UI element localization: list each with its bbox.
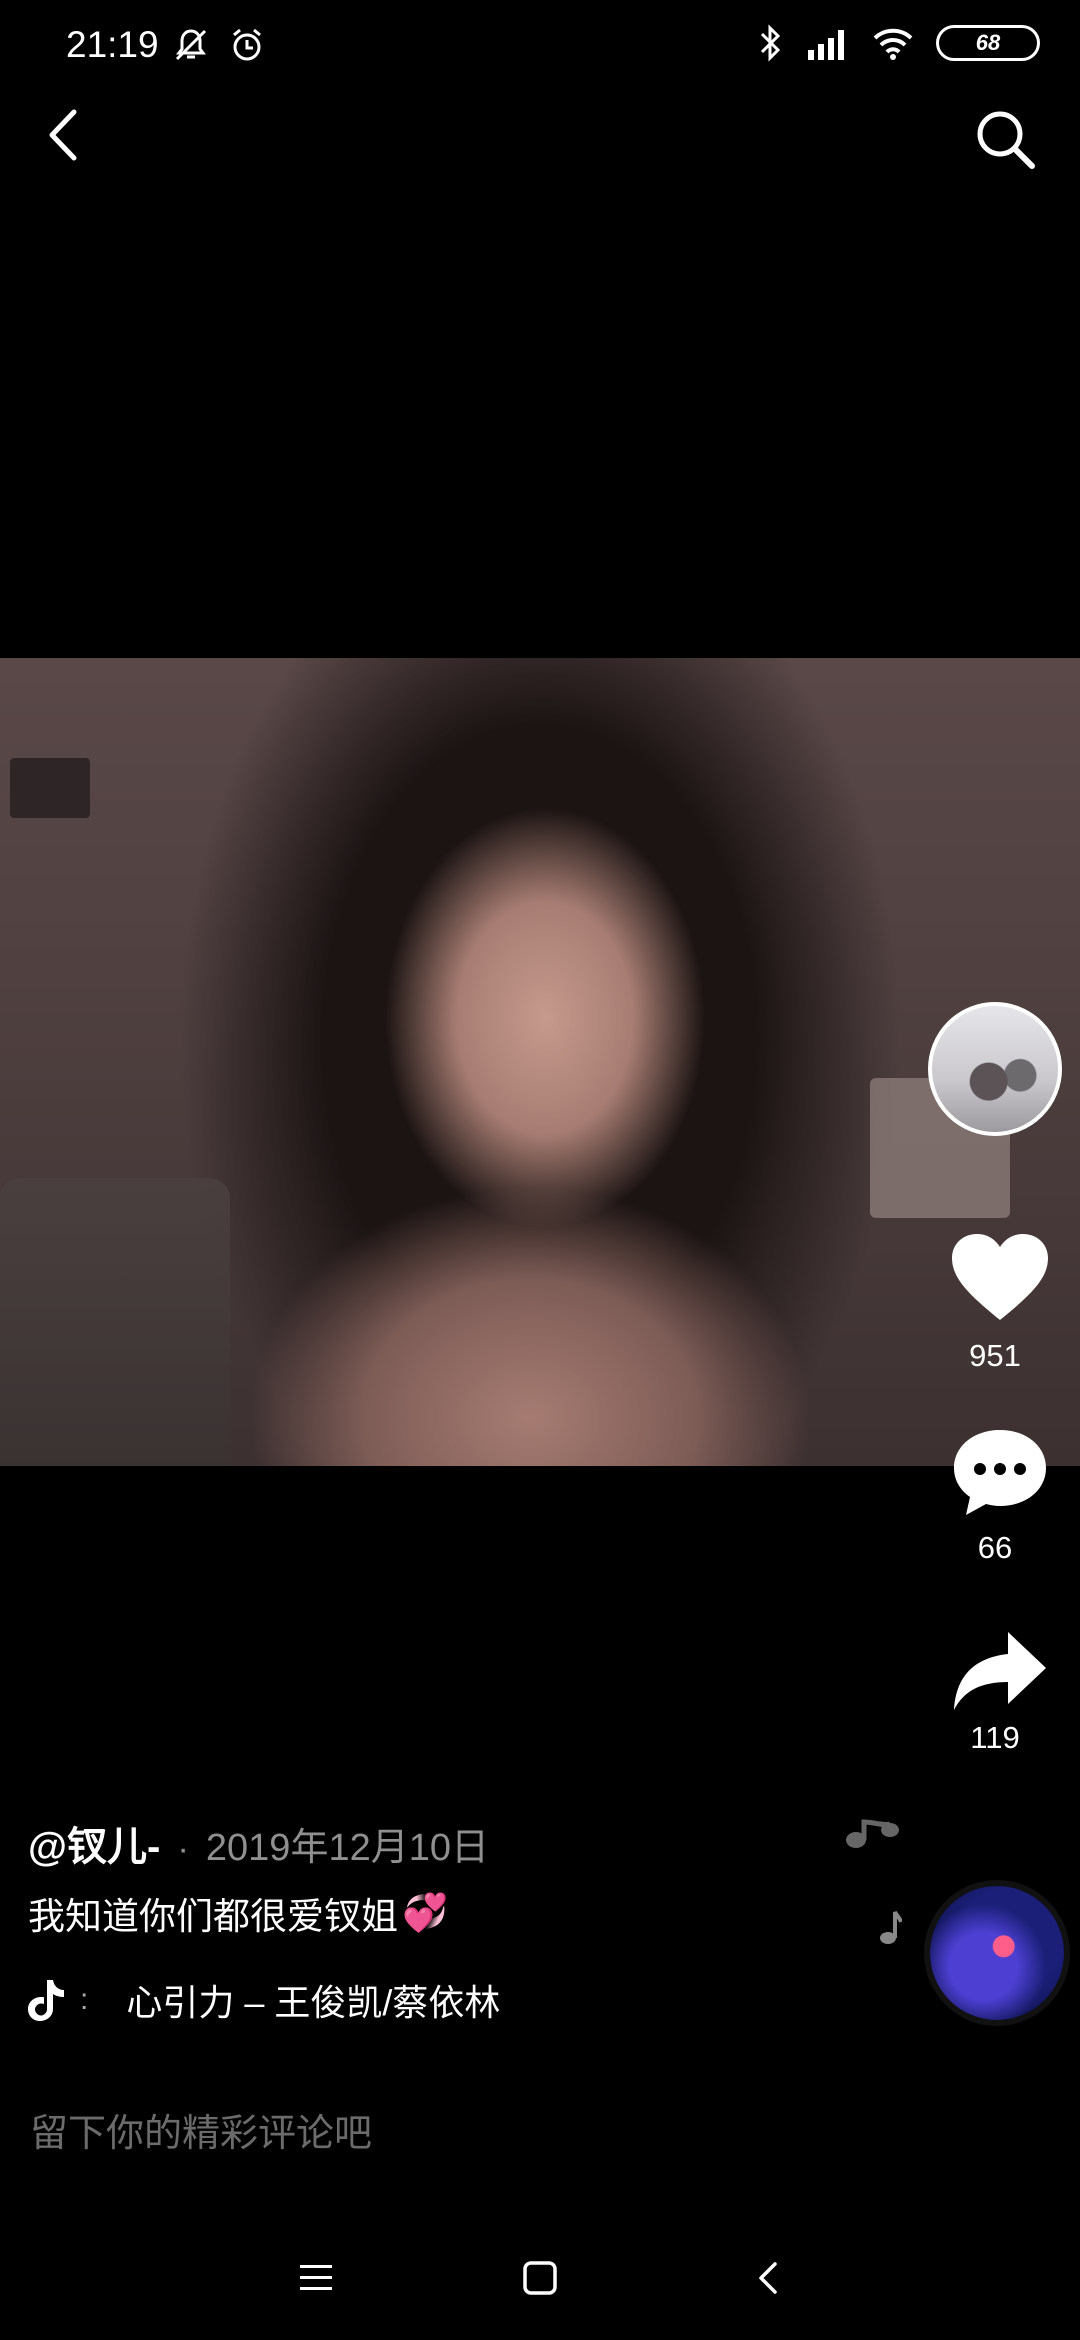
like-count: 951 (969, 1338, 1021, 1373)
music-line[interactable]: : 心引力 – 王俊凯/蔡依林 (26, 1974, 500, 2026)
share-count: 119 (970, 1720, 1020, 1755)
author-avatar[interactable] (928, 1002, 1062, 1136)
nav-home-button[interactable] (500, 2248, 580, 2308)
music-note-icon (878, 1906, 903, 1951)
author-line: @钗儿- · 2019年12月10日 (28, 1814, 489, 1872)
menu-icon (300, 2265, 332, 2290)
nav-back-button[interactable] (728, 2248, 808, 2308)
nav-back-icon (759, 2262, 777, 2294)
status-left-icons (172, 26, 266, 64)
battery-level: 68 (975, 30, 1001, 55)
video-bg-bed (0, 1178, 230, 1466)
author-name[interactable]: @钗儿- (28, 1825, 160, 1869)
like-button[interactable] (940, 1222, 1060, 1332)
signal-icon (808, 30, 844, 60)
video-player[interactable] (0, 658, 1080, 1466)
tiktok-note-icon (28, 1980, 64, 2021)
status-time: 21:19 (66, 24, 159, 65)
video-bg-switch (10, 758, 90, 818)
post-date: 2019年12月10日 (205, 1827, 489, 1869)
post-caption: 我知道你们都很爱钗姐 💞 (28, 1886, 448, 1940)
music-colon: : (80, 1983, 89, 2016)
search-button[interactable] (970, 104, 1040, 174)
comment-input[interactable] (28, 2106, 832, 2162)
wifi-icon (873, 28, 913, 60)
music-disc[interactable] (930, 1886, 1064, 2020)
share-button[interactable] (940, 1616, 1060, 1726)
separator-dot: · (177, 1830, 189, 1868)
chevron-left-icon (49, 109, 77, 161)
search-icon (977, 111, 1035, 169)
heart-icon (952, 1234, 1048, 1320)
battery-icon: 68 (936, 25, 1040, 61)
comment-bubble-icon (954, 1430, 1046, 1515)
caption-text: 我知道你们都很爱钗姐 (28, 1896, 398, 1937)
comment-count: 66 (977, 1530, 1013, 1565)
music-note-icon (842, 1812, 902, 1857)
mute-icon (175, 29, 207, 61)
home-square-icon (523, 2261, 557, 2295)
alarm-icon (233, 28, 261, 61)
bluetooth-icon (760, 24, 781, 62)
heart-emoji-icon: 💞 (402, 1891, 449, 1933)
back-button[interactable] (38, 100, 98, 170)
status-right-icons: 68 (758, 24, 1040, 62)
nav-menu-button[interactable] (276, 2248, 356, 2308)
music-title: 心引力 – 王俊凯/蔡依林 (126, 1982, 501, 2023)
share-arrow-icon (954, 1632, 1046, 1710)
comment-button[interactable] (940, 1418, 1060, 1528)
